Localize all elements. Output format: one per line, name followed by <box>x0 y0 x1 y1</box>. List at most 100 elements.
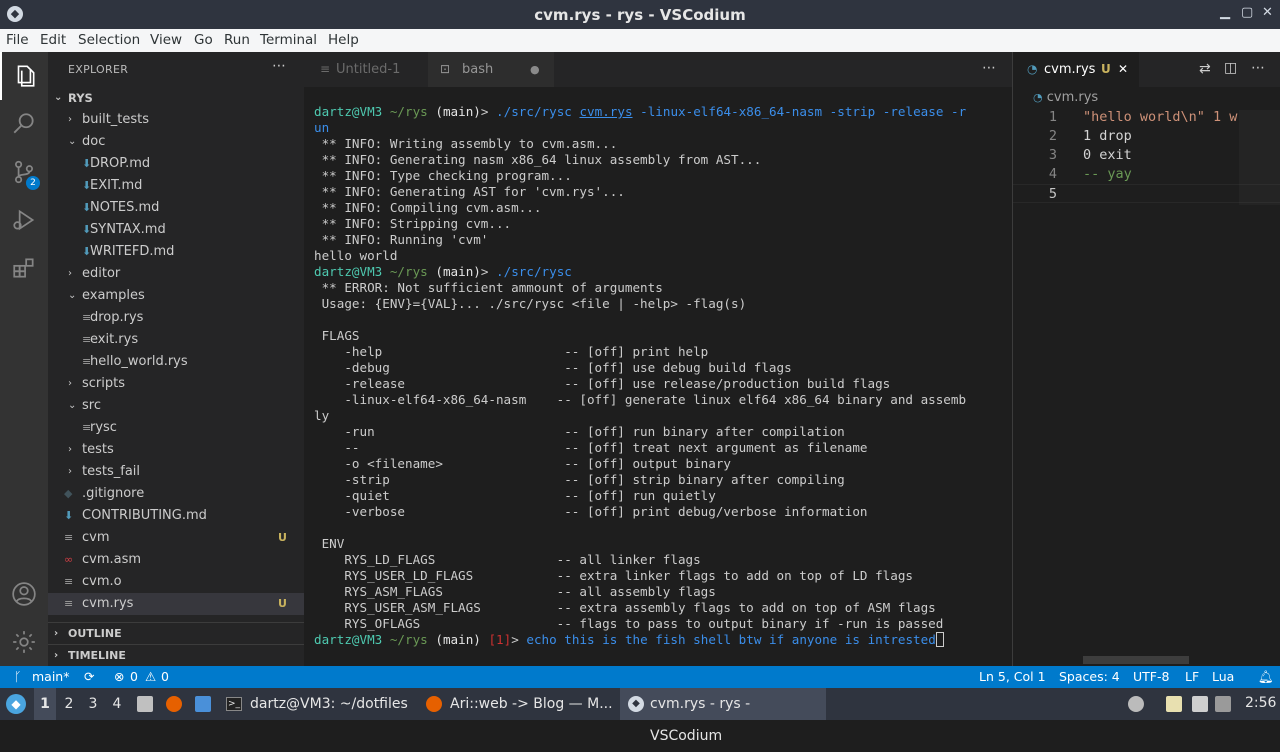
tree-folder[interactable]: › tests_fail <box>48 461 304 483</box>
volume-icon[interactable] <box>1128 696 1144 712</box>
terminal-line: Usage: {ENV}={VAL}... ./src/rysc <file |… <box>314 296 747 311</box>
terminal-icon: >_ <box>226 697 242 711</box>
tree-file[interactable]: ◆ .gitignore <box>48 483 304 505</box>
tree-root-rys[interactable]: ⌄ RYS <box>48 87 304 109</box>
indentation[interactable]: Spaces: 4 <box>1059 669 1120 684</box>
task-vscodium[interactable]: ◆ cvm.rys - rys - VSCodium <box>620 688 826 744</box>
encoding[interactable]: UTF-8 <box>1133 669 1169 684</box>
breadcrumb[interactable]: ◔ cvm.rys <box>1033 90 1098 105</box>
more-actions-icon[interactable]: ⋯ <box>982 60 996 76</box>
branch-status[interactable]: main* <box>32 669 69 684</box>
tree-file[interactable]: ⬇︎ CONTRIBUTING.md <box>48 505 304 527</box>
horizontal-scrollbar[interactable] <box>1083 656 1189 664</box>
display-icon[interactable] <box>1192 696 1208 712</box>
menu-run[interactable]: Run <box>224 32 250 48</box>
tree-file[interactable]: ⬇︎ WRITEFD.md <box>48 241 304 263</box>
workspace-3[interactable]: 3 <box>85 696 101 712</box>
terminal-output[interactable]: dartz@VM3 ~/rys (main)> ./src/rysc cvm.r… <box>314 104 1009 648</box>
tree-file[interactable]: ⬇︎ NOTES.md <box>48 197 304 219</box>
outline-section[interactable]: › OUTLINE <box>48 622 304 644</box>
tree-file[interactable]: ∞ cvm.asm <box>48 549 304 571</box>
chevron-right-icon: › <box>68 466 72 477</box>
more-actions-icon[interactable]: ⋯ <box>1251 60 1265 76</box>
tree-file[interactable]: ≡ hello_world.rys <box>48 351 304 373</box>
source-control-icon[interactable] <box>0 148 48 196</box>
minimap[interactable] <box>1239 110 1280 205</box>
workspace-4[interactable]: 4 <box>109 696 125 712</box>
workspace-2[interactable]: 2 <box>61 696 77 712</box>
notifications-bell-icon[interactable]: 🔔︎ <box>1258 669 1274 685</box>
clipboard-icon[interactable] <box>1166 696 1182 712</box>
sync-icon[interactable]: ⟳ <box>84 669 94 684</box>
dirty-dot-icon[interactable]: ● <box>530 52 540 87</box>
menu-go[interactable]: Go <box>194 32 213 48</box>
asm-icon: ∞ <box>64 553 74 566</box>
close-icon[interactable]: ✕ <box>1262 5 1273 20</box>
warning-count[interactable]: 0 <box>161 669 169 684</box>
explorer-icon[interactable] <box>0 52 48 100</box>
tree-folder[interactable]: ⌄ doc <box>48 131 304 153</box>
tab-bash[interactable]: ⊡ bash ● <box>428 52 554 87</box>
tree-file[interactable]: ≡ cvm.o <box>48 571 304 593</box>
search-icon[interactable] <box>0 100 48 148</box>
tree-file[interactable]: ≡ rysc <box>48 417 304 439</box>
task-terminal[interactable]: >_ dartz@VM3: ~/dotfiles <box>222 688 418 720</box>
start-menu-icon[interactable]: ◆ <box>6 694 26 714</box>
file-manager-icon[interactable] <box>195 696 211 712</box>
cursor-position[interactable]: Ln 5, Col 1 <box>979 669 1046 684</box>
tree-file[interactable]: ≡ drop.rys <box>48 307 304 329</box>
tree-folder[interactable]: › scripts <box>48 373 304 395</box>
tree-file[interactable]: ⬇︎ SYNTAX.md <box>48 219 304 241</box>
network-icon[interactable] <box>1215 696 1231 712</box>
split-editor-icon[interactable]: ◫ <box>1224 60 1237 76</box>
tab-cvm-rys[interactable]: ◔ cvm.rys U ✕ <box>1013 52 1139 87</box>
tree-file[interactable]: ⬇︎ EXIT.md <box>48 175 304 197</box>
tree-folder[interactable]: › built_tests <box>48 109 304 131</box>
tree-file[interactable]: ≡ exit.rys <box>48 329 304 351</box>
tree-file[interactable]: ⬇︎ DROP.md <box>48 153 304 175</box>
tab-untitled-1[interactable]: ≡ Untitled-1 <box>304 52 428 87</box>
tree-folder[interactable]: ⌄ src <box>48 395 304 417</box>
chevron-right-icon: › <box>68 378 72 389</box>
end-of-line[interactable]: LF <box>1185 669 1199 684</box>
tree-file[interactable]: ≡ cvm.rys U <box>48 593 304 615</box>
terminal-line: -strip -- [off] strip binary after compi… <box>314 472 845 487</box>
chevron-right-icon: › <box>54 650 59 661</box>
chevron-right-icon: › <box>68 444 72 455</box>
terminal-line: -o <filename> -- [off] output binary <box>314 456 732 471</box>
source-control-badge: 2 <box>26 176 40 190</box>
files-icon[interactable] <box>137 696 153 712</box>
menu-help[interactable]: Help <box>328 32 359 48</box>
more-actions-icon[interactable]: ⋯ <box>272 58 286 74</box>
close-tab-icon[interactable]: ✕ <box>1118 52 1128 87</box>
tree-folder[interactable]: ⌄ examples <box>48 285 304 307</box>
menu-terminal[interactable]: Terminal <box>260 32 317 48</box>
markdown-icon: ⬇︎ <box>64 509 74 522</box>
maximize-icon[interactable]: ▢ <box>1241 5 1253 20</box>
chevron-down-icon: ⌄ <box>54 92 63 103</box>
timeline-section[interactable]: › TIMELINE <box>48 644 304 666</box>
account-icon[interactable] <box>0 570 48 618</box>
open-changes-icon[interactable]: ⇄ <box>1199 61 1211 77</box>
tree-folder[interactable]: › tests <box>48 439 304 461</box>
terminal-line: RYS_LD_FLAGS -- all linker flags <box>314 552 701 567</box>
taskbar: ◆ 1 2 3 4 >_ dartz@VM3: ~/dotfiles Ari::… <box>0 688 1280 744</box>
tree-folder[interactable]: › editor <box>48 263 304 285</box>
settings-gear-icon[interactable] <box>0 618 48 666</box>
task-firefox[interactable]: Ari::web -> Blog — M... <box>420 688 616 720</box>
menu-selection[interactable]: Selection <box>78 32 140 48</box>
language-mode[interactable]: Lua <box>1212 669 1234 684</box>
menu-edit[interactable]: Edit <box>40 32 66 48</box>
tree-file[interactable]: ≡ cvm U <box>48 527 304 549</box>
git-status-badge: U <box>278 597 287 610</box>
error-count[interactable]: 0 <box>130 669 138 684</box>
extensions-icon[interactable] <box>0 244 48 292</box>
warning-icon: ⚠ <box>145 669 157 684</box>
run-debug-icon[interactable] <box>0 196 48 244</box>
firefox-icon[interactable] <box>166 696 182 712</box>
menu-view[interactable]: View <box>150 32 182 48</box>
file-icon: ≡ <box>64 597 74 610</box>
workspace-1[interactable]: 1 <box>37 696 53 712</box>
minimize-icon[interactable]: ▁ <box>1220 5 1230 20</box>
menu-file[interactable]: File <box>6 32 29 48</box>
